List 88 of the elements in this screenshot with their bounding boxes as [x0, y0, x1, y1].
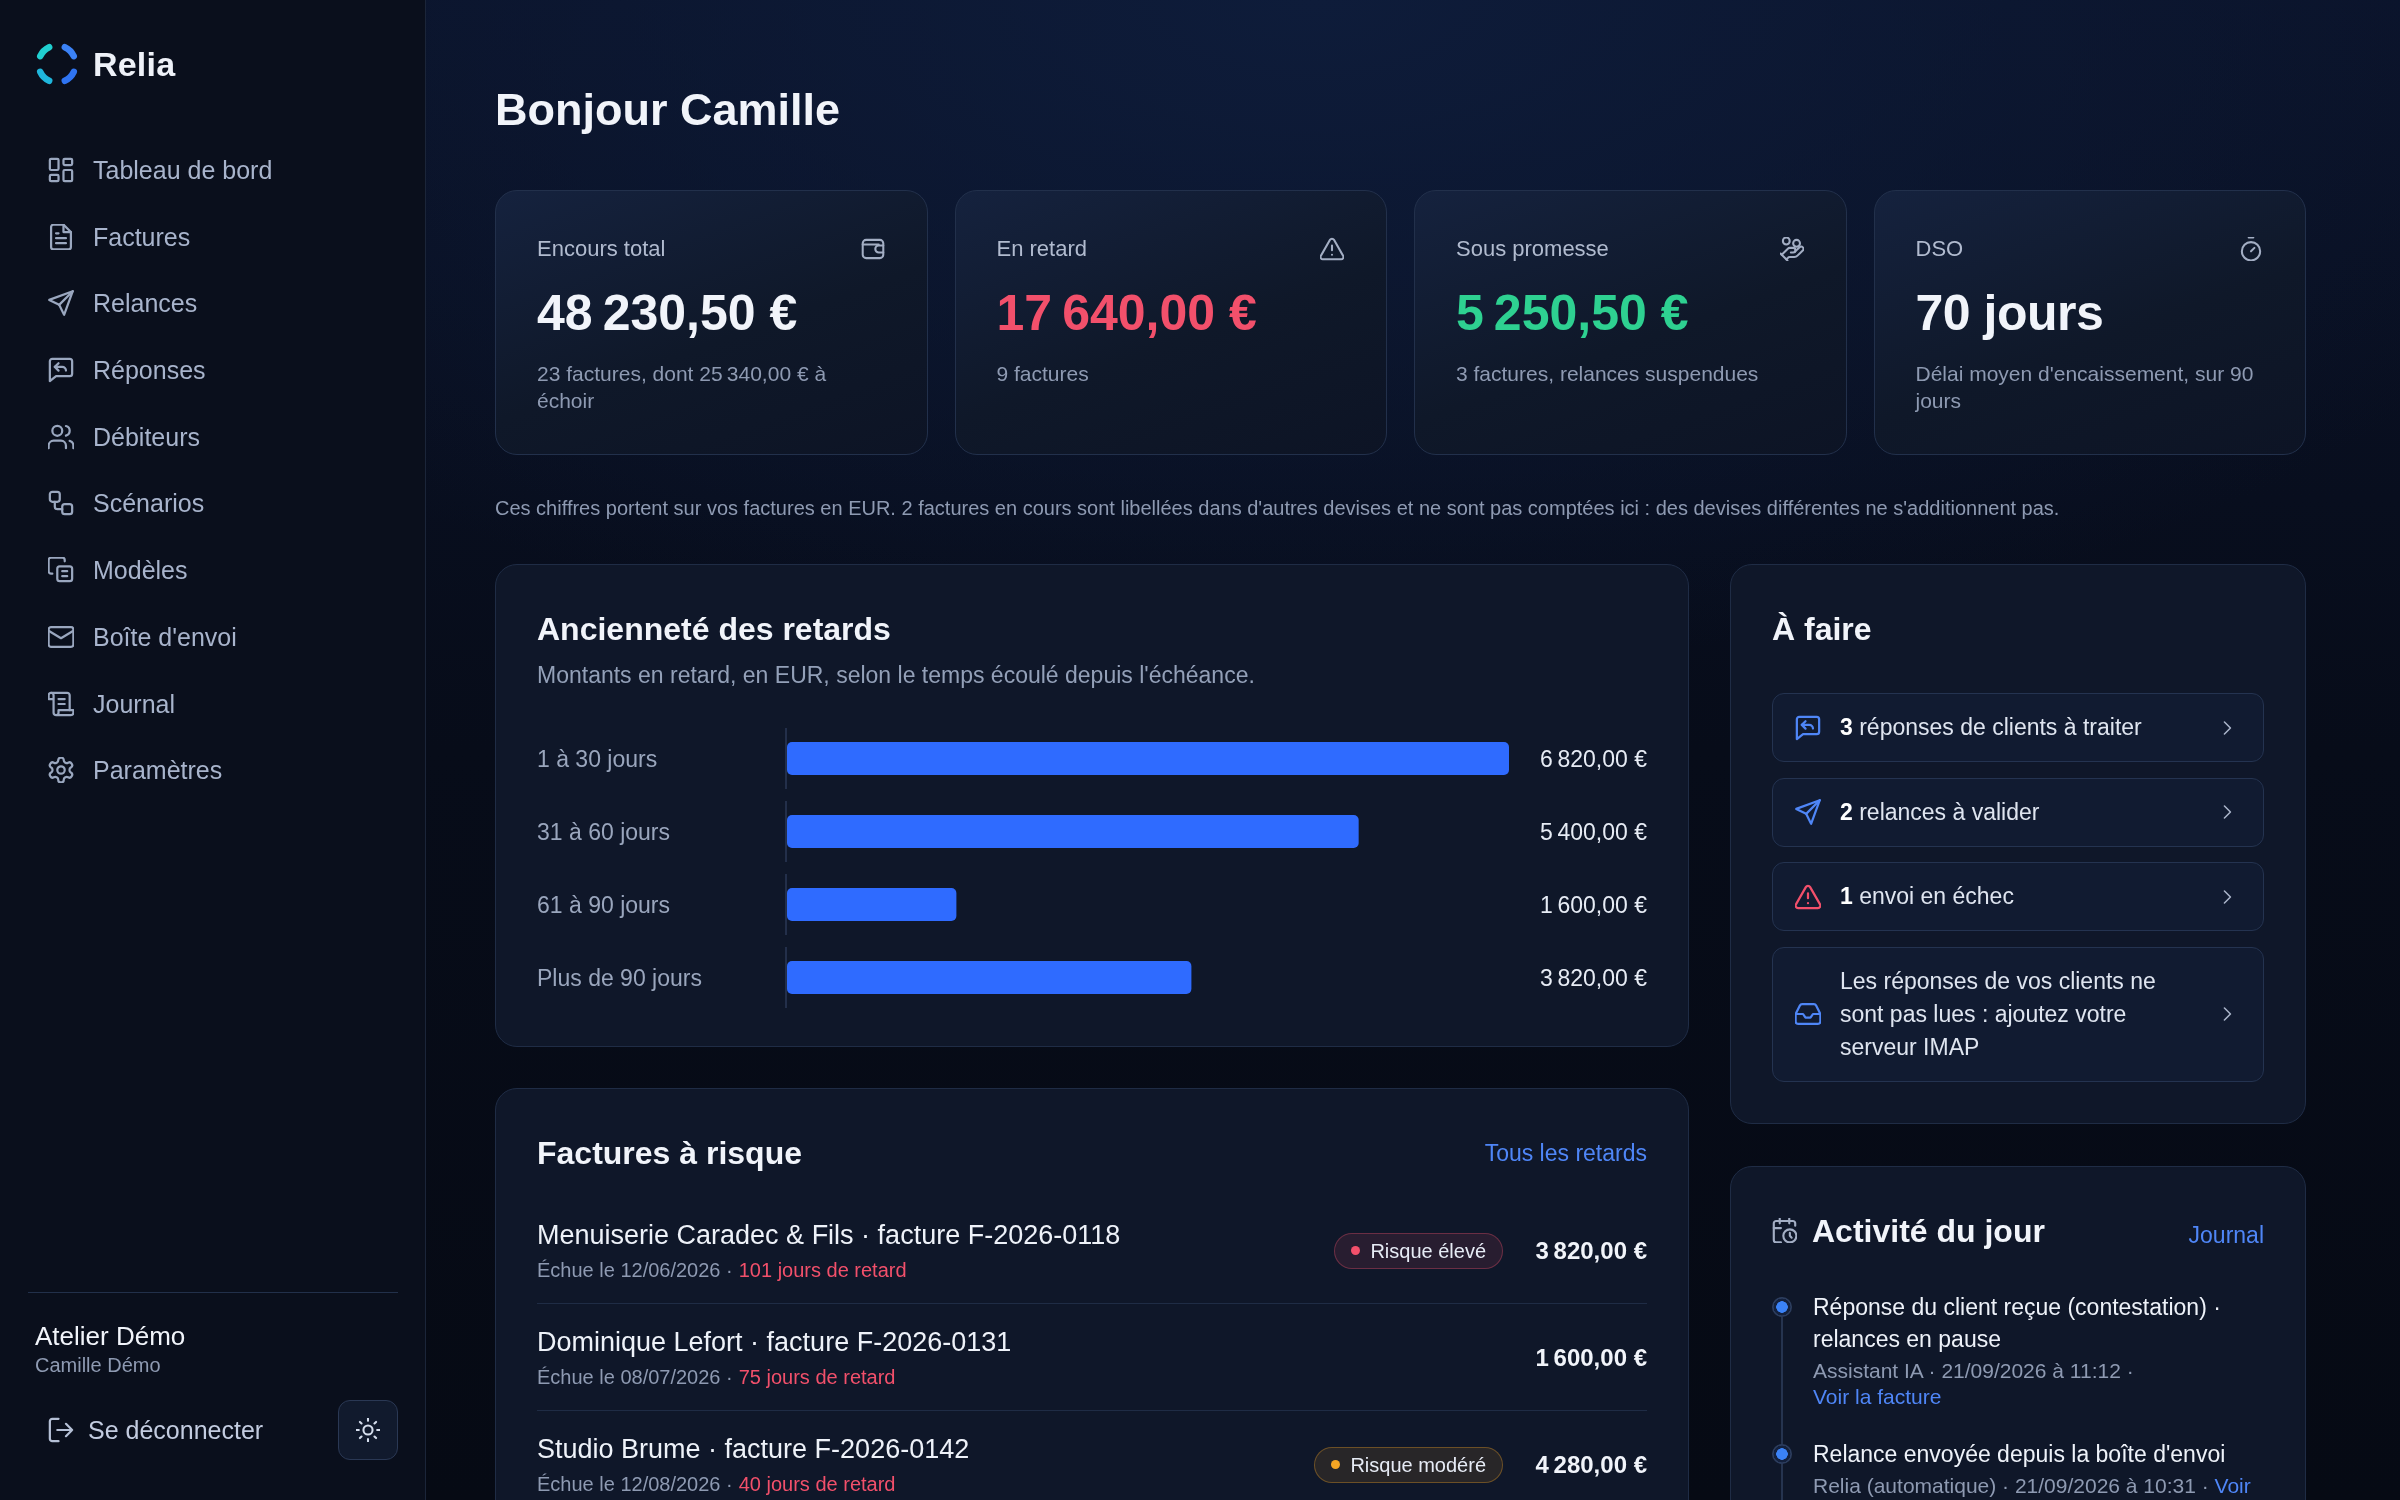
flow-icon [48, 490, 74, 517]
nav-item[interactable]: Débiteurs [28, 412, 398, 461]
card-title: À faire [1772, 610, 1873, 649]
todo-item[interactable]: 3 réponses de clients à traiter [1772, 693, 2264, 762]
card-subtitle: Montants en retard, en EUR, selon le temps écoulé depuis l'échéance. [537, 661, 1256, 690]
sun-icon [356, 1418, 380, 1442]
nav-item[interactable]: Relances [28, 279, 398, 328]
envelope-icon [48, 623, 74, 650]
scroll-icon [48, 690, 74, 717]
invoice-link[interactable]: Voir [2214, 1473, 2251, 1497]
kpi-detail: 3 factures, relances suspendues [1456, 361, 1760, 387]
greeting-title: Bonjour Camille [495, 83, 842, 137]
card-title: Ancienneté des retards [537, 610, 892, 649]
nav-item[interactable]: Réponses [28, 346, 398, 395]
warning-icon [1320, 236, 1344, 261]
users-icon [48, 423, 74, 450]
all-overdue-link[interactable]: Tous les retards [1484, 1138, 1647, 1168]
hand-coins-icon [1779, 236, 1804, 261]
timeline-dot-icon [1772, 1296, 1792, 1317]
kpi-value: 5 250,50 € [1456, 284, 1690, 343]
copies-icon [48, 557, 74, 584]
journal-link[interactable]: Journal [2188, 1219, 2264, 1250]
kpi-value: 48 230,50 € [537, 284, 799, 343]
invoice-title: Menuiserie Caradec & Fils · facture F-2026-0118 [537, 1219, 1122, 1252]
kpi-label: DSO [1915, 235, 1964, 263]
wallet-icon [860, 236, 885, 261]
due-date: Échue le 08/07/2026 · [537, 1365, 733, 1390]
logout-icon [48, 1417, 74, 1443]
kpi-label: Encours total [537, 235, 666, 263]
overdue-days: 40 jours de retard [738, 1472, 896, 1497]
overdue-days: 101 jours de retard [738, 1258, 907, 1283]
value-label: 6 820,00 € [1540, 744, 1647, 774]
overdue-days: 75 jours de retard [738, 1365, 896, 1390]
nav-item[interactable]: Modèles [28, 546, 398, 595]
kpi-detail: 23 factures, dont 25 340,00 € à échoir [537, 361, 828, 414]
risk-label: Risque élevé [1370, 1238, 1486, 1263]
kpi-detail: Délai moyen d'encaissement, sur 90 jours [1915, 361, 2255, 414]
kpi-detail: 9 factures [996, 361, 1090, 387]
todo-item[interactable]: Les réponses de vos clients ne sont pas lues : ajoutez votre serveur IMAP [1772, 946, 2264, 1082]
currency-note: Ces chiffres portent sur vos factures en EUR. 2 factures en cours sont libellées dans d'autres devises et ne sont pas comptées ici : des devises différentes ne s'additionnent pas. [495, 496, 2061, 521]
user-name: Camille Démo [34, 1353, 162, 1378]
value-label: 1 600,00 € [1540, 890, 1647, 920]
timeline-dot-icon [1772, 1443, 1792, 1464]
kpi-value: 70 jours [1915, 284, 2105, 343]
logo-icon [35, 42, 79, 86]
due-date: Échue le 12/06/2026 · [537, 1258, 733, 1283]
category-label: 31 à 60 jours [537, 817, 671, 847]
risk-label: Risque modéré [1350, 1452, 1486, 1477]
nav-item[interactable]: Journal [28, 679, 398, 728]
settings-icon [48, 757, 74, 784]
activity-meta: Relia (automatique) · 21/09/2026 à 10:31 · Voir [1813, 1472, 2252, 1499]
paper-plane-icon [48, 290, 74, 317]
category-label: Plus de 90 jours [537, 963, 703, 993]
activity-text: Relance envoyée depuis la boîte d'envoi [1813, 1439, 2227, 1469]
document-icon [48, 223, 74, 250]
category-label: 61 à 90 jours [537, 890, 671, 920]
nav-item[interactable]: Tableau de bord [28, 146, 398, 194]
kpi-label: Sous promesse [1456, 235, 1609, 263]
category-label: 1 à 30 jours [537, 744, 659, 774]
kpi-label: En retard [996, 235, 1087, 263]
reply-bubble-icon [48, 357, 74, 384]
card-title: Activité du jour [1812, 1211, 2045, 1251]
calendar-clock-icon [1772, 1218, 1797, 1243]
brand-name: Relia [93, 44, 176, 84]
invoice-amount: 1 600,00 € [1534, 1342, 1647, 1373]
value-label: 3 820,00 € [1540, 963, 1647, 993]
stopwatch-icon [2239, 236, 2263, 261]
activity-text: Réponse du client reçue (contestation) · relances en pause [1813, 1292, 2222, 1354]
theme-toggle-button[interactable] [338, 1400, 398, 1460]
invoice-title: Studio Brume · facture F-2026-0142 [537, 1433, 971, 1466]
activity-meta: Assistant IA · 21/09/2026 à 11:12 · Voir la facture [1813, 1357, 2135, 1410]
invoice-link[interactable]: Voir la facture [1813, 1384, 1942, 1408]
invoice-amount: 4 280,00 € [1534, 1449, 1647, 1480]
nav-item[interactable]: Scénarios [28, 479, 398, 528]
card-title: Factures à risque [537, 1134, 802, 1173]
company-name: Atelier Démo [34, 1320, 187, 1352]
invoice-title: Dominique Lefort · facture F-2026-0131 [537, 1326, 1013, 1359]
value-label: 5 400,00 € [1540, 817, 1647, 847]
todo-item[interactable]: 1 envoi en échec [1772, 862, 2264, 931]
kpi-value: 17 640,00 € [996, 284, 1258, 343]
nav-item[interactable]: Boîte d'envoi [28, 612, 398, 661]
todo-item[interactable]: 2 relances à valider [1772, 777, 2264, 847]
due-date: Échue le 12/08/2026 · [537, 1472, 733, 1497]
logout-button[interactable]: Se déconnecter [28, 1405, 284, 1455]
nav-item[interactable]: Paramètres [28, 746, 398, 795]
invoice-amount: 3 820,00 € [1534, 1235, 1647, 1266]
grid-icon [48, 157, 74, 183]
nav-item[interactable]: Factures [28, 212, 398, 261]
